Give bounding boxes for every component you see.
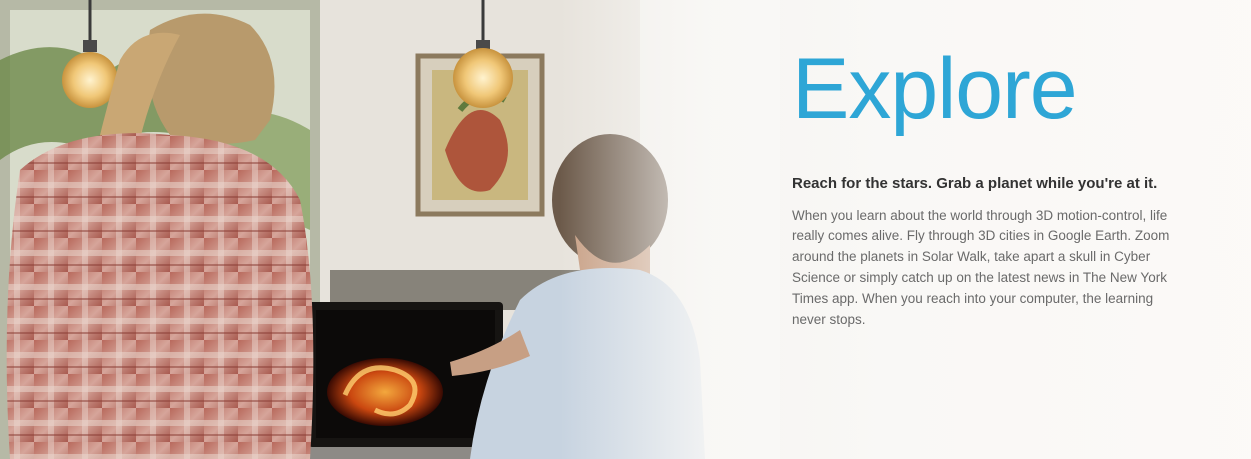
hero-tagline: Reach for the stars. Grab a planet while… [792,175,1158,192]
hero-title: Explore [792,41,1078,137]
hero-copy: Explore Reach for the stars. Grab a plan… [792,46,1212,331]
hero-body: When you learn about the world through 3… [792,207,1170,328]
hero-banner: Explore Reach for the stars. Grab a plan… [0,0,1251,459]
